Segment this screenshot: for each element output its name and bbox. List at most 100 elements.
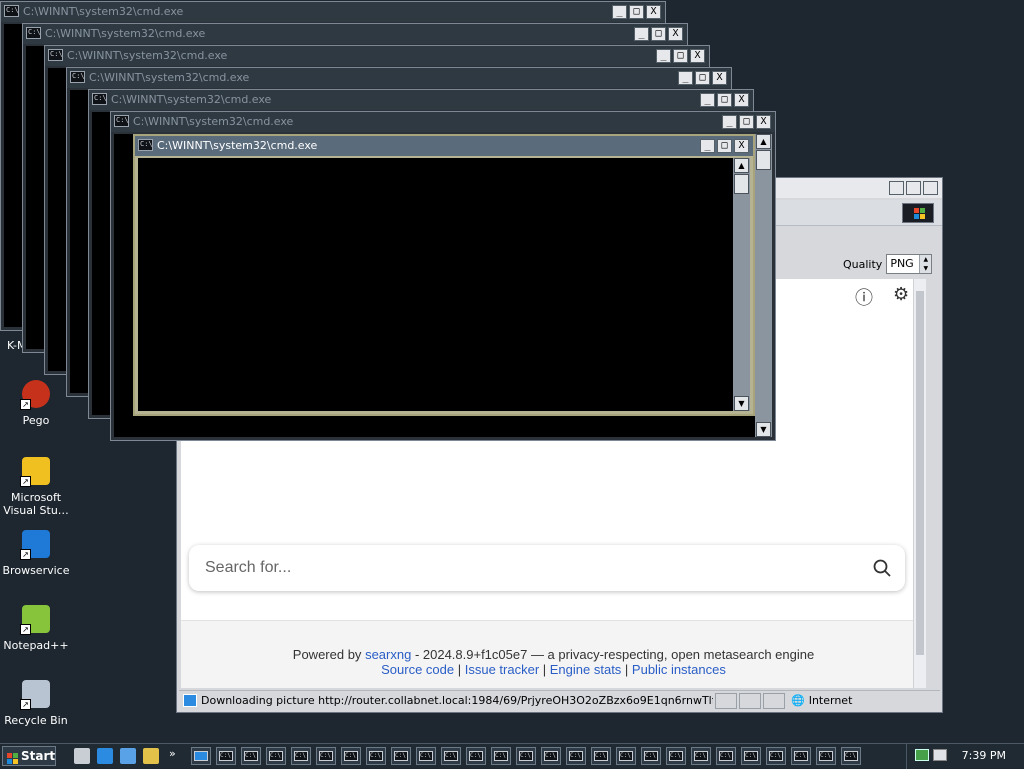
cmd-icon[interactable]: C:\: [26, 27, 41, 39]
search-input[interactable]: [203, 558, 873, 578]
taskbar-button[interactable]: C:\: [791, 747, 811, 765]
close-button[interactable]: X: [756, 115, 771, 129]
taskbar-button[interactable]: C:\: [666, 747, 686, 765]
taskbar-button[interactable]: C:\: [216, 747, 236, 765]
cmd-icon[interactable]: C:\: [114, 115, 129, 127]
quality-spinner[interactable]: ▲ ▼: [919, 255, 932, 273]
scroll-thumb[interactable]: [756, 150, 771, 170]
info-icon[interactable]: ⓘ: [855, 284, 873, 310]
cmd-titlebar[interactable]: C:\ C:\WINNT\system32\cmd.exe _ □ X: [23, 24, 687, 44]
taskbar-button[interactable]: C:\: [391, 747, 411, 765]
issue-tracker-link[interactable]: Issue tracker: [465, 662, 539, 677]
tray-network-icon[interactable]: [915, 749, 929, 761]
ie-icon[interactable]: [97, 748, 113, 764]
close-button[interactable]: X: [712, 71, 727, 85]
taskbar-button[interactable]: C:\: [291, 747, 311, 765]
desktop-icon[interactable]: ↗ Notepad++: [0, 603, 72, 652]
taskbar-button[interactable]: C:\: [316, 747, 336, 765]
desktop-icon[interactable]: ↗ Pego: [0, 378, 72, 427]
scroll-down-arrow-icon[interactable]: ▼: [756, 422, 771, 437]
outlook-express-icon[interactable]: [120, 748, 136, 764]
close-button[interactable]: X: [734, 93, 749, 107]
source-code-link[interactable]: Source code: [381, 662, 454, 677]
minimize-button[interactable]: _: [612, 5, 627, 19]
maximize-button[interactable]: □: [717, 93, 732, 107]
scroll-up-arrow-icon[interactable]: ▲: [734, 158, 749, 173]
maximize-button[interactable]: □: [629, 5, 644, 19]
search-icon[interactable]: [873, 559, 891, 577]
taskbar-button[interactable]: [191, 747, 211, 765]
maximize-button[interactable]: □: [673, 49, 688, 63]
tray-app-icon[interactable]: [933, 749, 947, 761]
maximize-button[interactable]: □: [717, 139, 732, 153]
taskbar-button[interactable]: C:\: [241, 747, 261, 765]
taskbar-button[interactable]: C:\: [416, 747, 436, 765]
taskbar-button[interactable]: C:\: [691, 747, 711, 765]
close-button[interactable]: X: [646, 5, 661, 19]
taskbar-button[interactable]: C:\: [266, 747, 286, 765]
close-button[interactable]: X: [690, 49, 705, 63]
cmd-titlebar[interactable]: C:\ C:\WINNT\system32\cmd.exe _ □ X: [67, 68, 731, 88]
start-button[interactable]: Start: [2, 746, 56, 766]
scroll-down-arrow-icon[interactable]: ▼: [734, 396, 749, 411]
taskbar-button[interactable]: C:\: [466, 747, 486, 765]
search-icon[interactable]: [143, 748, 159, 764]
taskbar-button[interactable]: C:\: [591, 747, 611, 765]
minimize-button[interactable]: [889, 181, 904, 195]
taskbar-button[interactable]: C:\: [616, 747, 636, 765]
taskbar-button[interactable]: C:\: [366, 747, 386, 765]
taskbar-button[interactable]: C:\: [641, 747, 661, 765]
cmd-titlebar[interactable]: C:\ C:\WINNT\system32\cmd.exe _ □ X: [1, 2, 665, 22]
public-instances-link[interactable]: Public instances: [632, 662, 726, 677]
maximize-button[interactable]: □: [651, 27, 666, 41]
taskbar-button[interactable]: C:\: [516, 747, 536, 765]
cmd-icon[interactable]: C:\: [48, 49, 63, 61]
taskbar-button[interactable]: C:\: [841, 747, 861, 765]
taskbar-button[interactable]: C:\: [441, 747, 461, 765]
page-scrollbar[interactable]: [913, 279, 926, 688]
taskbar-button[interactable]: C:\: [766, 747, 786, 765]
show-desktop-icon[interactable]: [74, 748, 90, 764]
searxng-link[interactable]: searxng: [365, 647, 411, 662]
minimize-button[interactable]: _: [700, 139, 715, 153]
cmd-titlebar[interactable]: C:\ C:\WINNT\system32\cmd.exe _ □ X: [89, 90, 753, 110]
close-button[interactable]: X: [734, 139, 749, 153]
quick-launch-more[interactable]: »: [169, 747, 176, 760]
cmd-icon[interactable]: C:\: [92, 93, 107, 105]
taskbar-button[interactable]: C:\: [716, 747, 736, 765]
cmd-icon[interactable]: C:\: [138, 139, 153, 151]
desktop-icon[interactable]: ↗ Microsoft Visual Stu…: [0, 455, 72, 517]
close-button[interactable]: X: [668, 27, 683, 41]
maximize-button[interactable]: □: [695, 71, 710, 85]
cmd-titlebar[interactable]: C:\ C:\WINNT\system32\cmd.exe _ □ X: [111, 112, 775, 132]
taskbar-button[interactable]: C:\: [816, 747, 836, 765]
taskbar-button[interactable]: C:\: [491, 747, 511, 765]
quality-select[interactable]: PNG ▲ ▼: [886, 254, 933, 274]
console-output[interactable]: [138, 158, 750, 411]
maximize-button[interactable]: [906, 181, 921, 195]
scroll-thumb[interactable]: [734, 174, 749, 194]
taskbar-button[interactable]: C:\: [541, 747, 561, 765]
minimize-button[interactable]: _: [678, 71, 693, 85]
cmd-icon[interactable]: C:\: [70, 71, 85, 83]
cmd-window[interactable]: C:\C:\WINNT\system32\cmd.exe_□X▲▼: [133, 134, 755, 416]
maximize-button[interactable]: □: [739, 115, 754, 129]
cmd-scrollbar[interactable]: ▲▼: [733, 158, 750, 411]
minimize-button[interactable]: _: [722, 115, 737, 129]
cmd-titlebar[interactable]: C:\ C:\WINNT\system32\cmd.exe _ □ X: [135, 136, 753, 156]
taskbar-button[interactable]: C:\: [566, 747, 586, 765]
clock[interactable]: 7:39 PM: [962, 749, 1006, 762]
scroll-thumb[interactable]: [916, 291, 924, 655]
cmd-scrollbar[interactable]: ▲▼: [755, 134, 772, 437]
close-button[interactable]: [923, 181, 938, 195]
gear-icon[interactable]: ⚙: [893, 284, 909, 305]
engine-stats-link[interactable]: Engine stats: [550, 662, 622, 677]
desktop-icon[interactable]: ↗ Recycle Bin: [0, 678, 72, 727]
minimize-button[interactable]: _: [634, 27, 649, 41]
minimize-button[interactable]: _: [656, 49, 671, 63]
desktop-icon[interactable]: ↗ Browservice: [0, 528, 72, 577]
cmd-titlebar[interactable]: C:\ C:\WINNT\system32\cmd.exe _ □ X: [45, 46, 709, 66]
taskbar-button[interactable]: C:\: [741, 747, 761, 765]
taskbar-button[interactable]: C:\: [341, 747, 361, 765]
cmd-icon[interactable]: C:\: [4, 5, 19, 17]
